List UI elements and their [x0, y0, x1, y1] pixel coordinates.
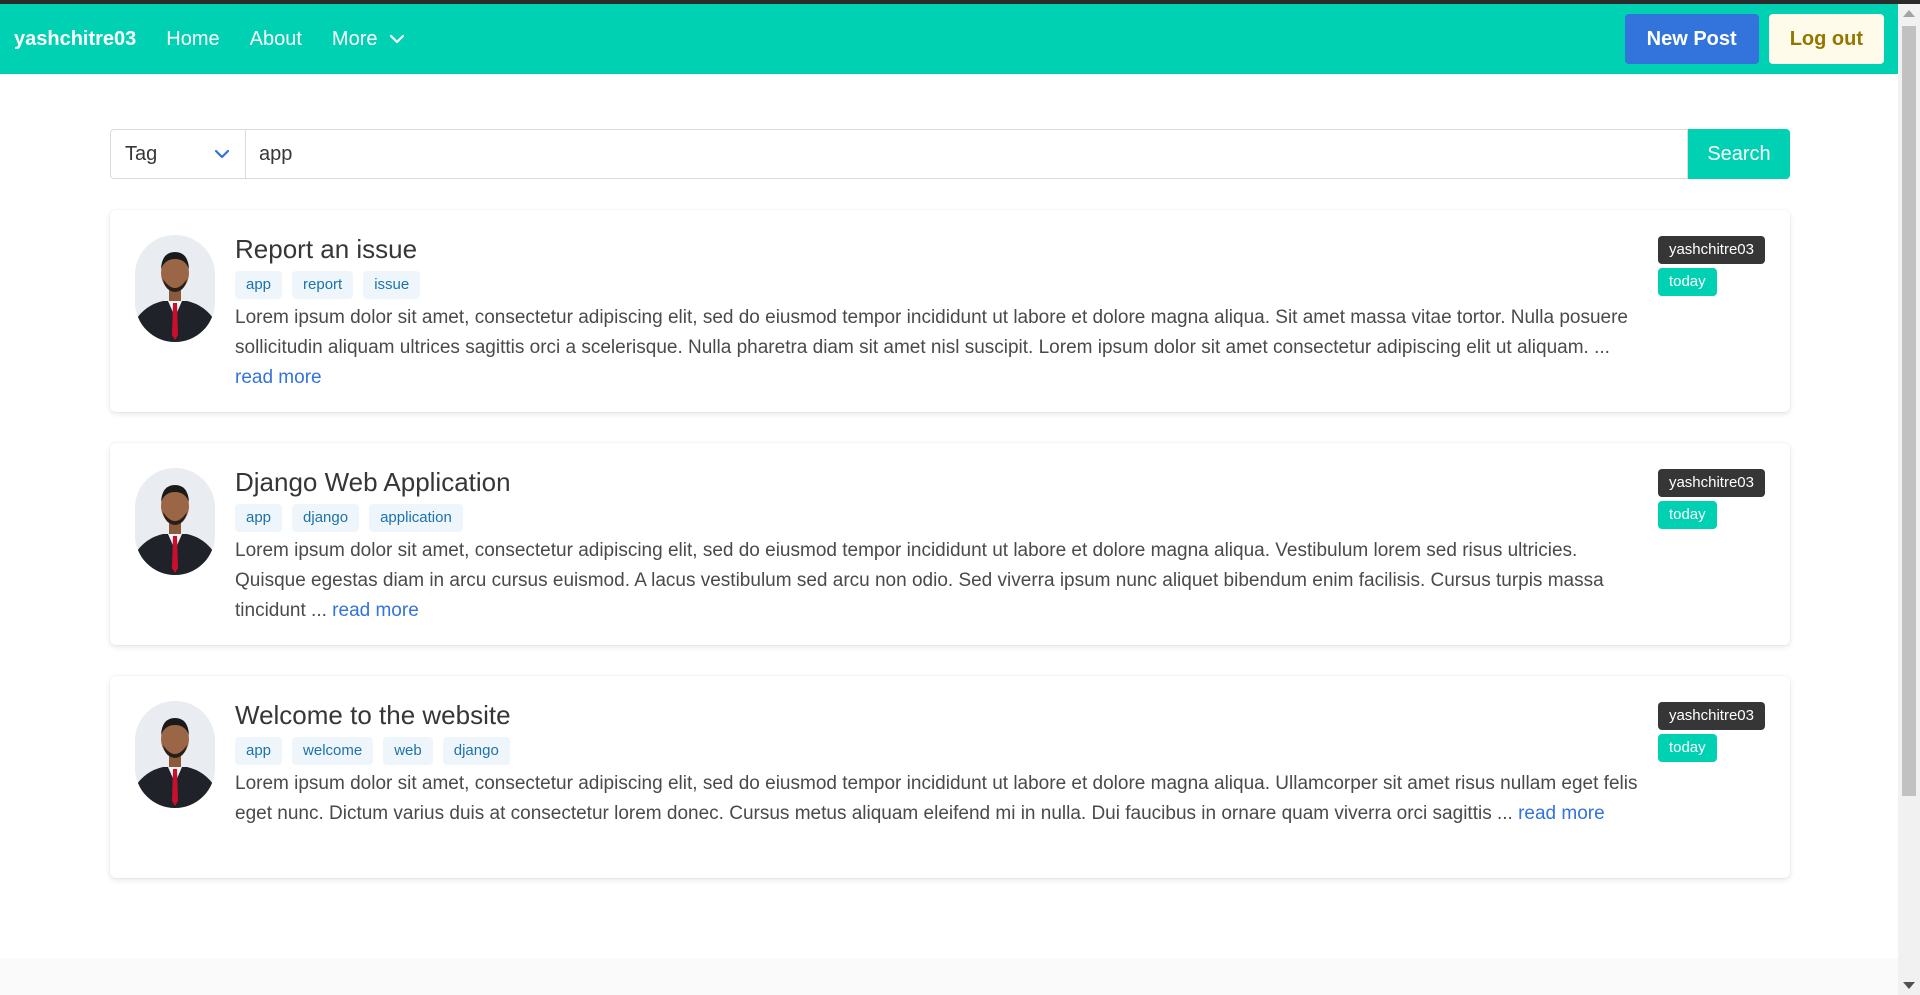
nav-about-link[interactable]: About: [250, 28, 302, 51]
logout-button[interactable]: Log out: [1768, 14, 1884, 64]
chevron-down-icon: [214, 149, 230, 159]
post-body: Report an issue app report issue Lorem i…: [235, 230, 1640, 393]
post-excerpt: Lorem ipsum dolor sit amet, consectetur …: [235, 769, 1640, 829]
author-badge: yashchitre03: [1657, 469, 1765, 497]
avatar: [135, 468, 215, 575]
author-photo: [135, 701, 215, 808]
search-button[interactable]: Search: [1688, 129, 1790, 179]
nav-more-dropdown[interactable]: More: [332, 28, 406, 51]
tag[interactable]: app: [235, 737, 283, 765]
post-excerpt-text: Lorem ipsum dolor sit amet, consectetur …: [235, 540, 1604, 621]
post-excerpt: Lorem ipsum dolor sit amet, consectetur …: [235, 303, 1640, 393]
post-excerpt: Lorem ipsum dolor sit amet, consectetur …: [235, 536, 1640, 626]
search-input[interactable]: [245, 129, 1688, 179]
tag[interactable]: issue: [363, 271, 421, 299]
tag[interactable]: django: [442, 737, 510, 765]
scroll-thumb[interactable]: [1902, 26, 1916, 796]
author-photo: [135, 235, 215, 342]
post-excerpt-text: Lorem ipsum dolor sit amet, consectetur …: [235, 307, 1629, 358]
post-title[interactable]: Welcome to the website: [235, 700, 1640, 731]
navbar-end: New Post Log out: [1624, 14, 1884, 64]
post-excerpt-text: Lorem ipsum dolor sit amet, consectetur …: [235, 773, 1638, 824]
post-card: Report an issue app report issue Lorem i…: [110, 210, 1790, 412]
date-badge: today: [1657, 734, 1717, 762]
post-body: Welcome to the website app welcome web d…: [235, 696, 1640, 829]
avatar: [135, 701, 215, 808]
date-badge: today: [1657, 268, 1717, 296]
search-bar: Tag Search: [110, 129, 1790, 179]
brand-link[interactable]: yashchitre03: [14, 28, 136, 51]
vertical-scrollbar[interactable]: [1898, 4, 1920, 995]
read-more-link[interactable]: read more: [332, 600, 419, 621]
post-meta: yashchitre03 today: [1657, 702, 1765, 762]
navbar: yashchitre03 Home About More New Post Lo…: [0, 4, 1898, 74]
post-card: Django Web Application app django applic…: [110, 443, 1790, 645]
tag[interactable]: welcome: [292, 737, 374, 765]
tag[interactable]: report: [292, 271, 354, 299]
tag[interactable]: application: [369, 504, 463, 532]
read-more-link[interactable]: read more: [235, 367, 322, 388]
scroll-up-arrow-icon[interactable]: [1903, 10, 1915, 17]
post-meta: yashchitre03 today: [1657, 236, 1765, 296]
author-badge: yashchitre03: [1657, 702, 1765, 730]
read-more-link[interactable]: read more: [1518, 803, 1605, 824]
post-title[interactable]: Report an issue: [235, 234, 1640, 265]
footer: [0, 958, 1898, 995]
author-badge: yashchitre03: [1657, 236, 1765, 264]
chevron-down-icon: [389, 34, 404, 44]
tag[interactable]: app: [235, 504, 283, 532]
filter-select[interactable]: Tag: [110, 129, 245, 179]
filter-select-value: Tag: [125, 142, 158, 165]
avatar: [135, 235, 215, 342]
author-photo: [135, 468, 215, 575]
tag[interactable]: web: [383, 737, 433, 765]
new-post-button[interactable]: New Post: [1624, 14, 1759, 64]
tag-list: app welcome web django: [235, 737, 1640, 765]
date-badge: today: [1657, 501, 1717, 529]
scroll-down-arrow-icon[interactable]: [1903, 982, 1915, 989]
post-body: Django Web Application app django applic…: [235, 463, 1640, 626]
tag[interactable]: django: [292, 504, 360, 532]
post-meta: yashchitre03 today: [1657, 469, 1765, 529]
tag[interactable]: app: [235, 271, 283, 299]
nav-more-label: More: [331, 27, 378, 50]
tag-list: app report issue: [235, 271, 1640, 299]
post-card: Welcome to the website app welcome web d…: [110, 676, 1790, 878]
nav-home-link[interactable]: Home: [166, 28, 219, 51]
page: yashchitre03 Home About More New Post Lo…: [0, 4, 1898, 995]
post-title[interactable]: Django Web Application: [235, 467, 1640, 498]
tag-list: app django application: [235, 504, 1640, 532]
